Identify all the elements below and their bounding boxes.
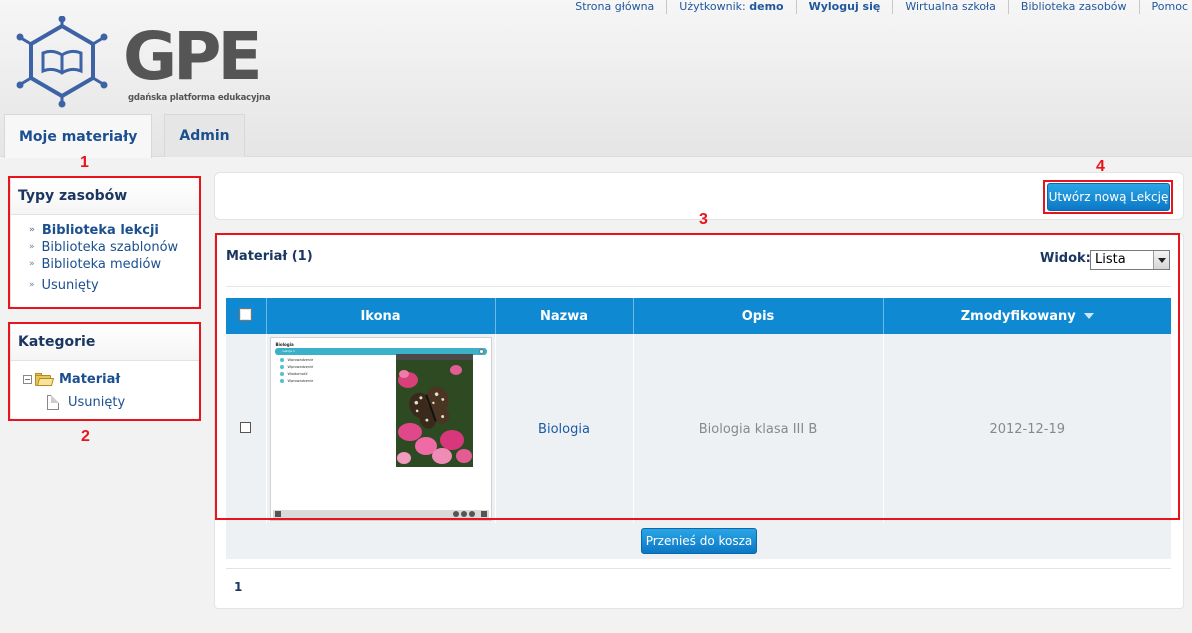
tab-admin[interactable]: Admin (164, 114, 245, 157)
link-logout[interactable]: Wyloguj się (795, 0, 893, 14)
material-modified-date: 2012-12-19 (989, 421, 1066, 437)
select-all-checkbox[interactable] (239, 307, 253, 321)
link-resource-library[interactable]: Biblioteka zasobów (1007, 0, 1139, 14)
column-header-name[interactable]: Nazwa (495, 298, 634, 334)
resource-types-list: » Biblioteka lekcji » Biblioteka szablonów… (11, 215, 199, 294)
arrow-icon: » (29, 225, 35, 235)
category-root[interactable]: − Materiał (23, 368, 199, 391)
logo-hexagon-icon (16, 16, 108, 108)
thumbnail-lesson-label: Lekcja 1 (282, 349, 295, 353)
resource-type-label: Biblioteka lekcji (41, 223, 159, 238)
row-checkbox[interactable] (240, 421, 252, 433)
material-name-link[interactable]: Biologia (538, 422, 590, 437)
folder-icon (35, 372, 55, 387)
thumbnail-bullet: Wprowadzenie (279, 379, 314, 383)
move-to-trash-button[interactable]: Przenieś do kosza (641, 528, 757, 554)
material-description: Biologia klasa III B (698, 421, 818, 437)
categories-panel: Kategorie − Materiał Usunięty (10, 323, 200, 420)
thumbnail-title: Biologia (275, 342, 294, 347)
divider (226, 286, 1171, 287)
categories-title: Kategorie (11, 324, 199, 361)
annotation-label-3: 3 (699, 211, 708, 228)
category-tree: − Materiał Usunięty (11, 361, 199, 414)
column-header-description[interactable]: Opis (633, 298, 884, 334)
resource-type-media[interactable]: » Biblioteka mediów (29, 256, 199, 273)
pagination-divider (226, 568, 1171, 569)
resource-type-templates[interactable]: » Biblioteka szablonów (29, 239, 199, 256)
logo-subtitle: gdańska platforma edukacyjna (128, 93, 271, 103)
collapse-icon[interactable]: − (23, 375, 32, 384)
resource-types-panel: Typy zasobów » Biblioteka lekcji » Bibliot… (10, 177, 200, 308)
user-name: demo (749, 0, 784, 13)
table-row[interactable]: Biologia Lekcja 1 Wprowadzenie Wprowadze… (226, 334, 1171, 524)
link-virtual-school[interactable]: Wirtualna szkoła (892, 0, 1008, 14)
arrow-icon: » (29, 242, 35, 252)
view-label: Widok: (1040, 251, 1091, 266)
new-lesson-button[interactable]: Utwórz nową Lekcję (1047, 183, 1170, 211)
gpe-logo[interactable]: GPE gdańska platforma edukacyjna (15, 16, 271, 108)
link-help[interactable]: Pomoc (1138, 0, 1188, 14)
thumbnail-bullet-text: Wprowadzenie (287, 365, 314, 369)
column-header-modified-label: Zmodyfikowany (960, 308, 1076, 324)
annotation-label-2: 2 (81, 428, 90, 445)
row-modified-cell: 2012-12-19 (883, 334, 1171, 524)
resource-type-label: Biblioteka szablonów (41, 240, 179, 255)
sort-desc-icon (1083, 313, 1094, 319)
lesson-thumbnail[interactable]: Biologia Lekcja 1 Wprowadzenie Wprowadze… (269, 337, 492, 521)
annotation-label-1: 1 (80, 154, 89, 171)
user-label: Użytkownik: (679, 0, 746, 13)
page-header: GPE gdańska platforma edukacyjna Moje ma… (0, 0, 1192, 158)
link-home[interactable]: Strona główna (563, 0, 666, 14)
thumbnail-bullet-text: Wiadomość (287, 372, 308, 376)
row-description-cell: Biologia klasa III B (633, 334, 884, 524)
thumbnail-footer (272, 510, 489, 518)
top-links: Strona główna Użytkownik: demo Wyloguj s… (563, 0, 1188, 14)
resource-type-label: Usunięty (41, 278, 99, 293)
thumbnail-bullet: Wprowadzenie (279, 365, 314, 369)
table-header-row: Ikona Nazwa Opis Zmodyfikowany (226, 298, 1171, 334)
chevron-down-icon[interactable] (1153, 251, 1169, 269)
thumbnail-bullet: Wiadomość (279, 372, 308, 376)
tab-my-materials[interactable]: Moje materiały (4, 114, 153, 158)
category-child-label: Usunięty (68, 395, 126, 410)
thumbnail-bullet-text: Wprowadzenie (287, 379, 314, 383)
row-select-cell (226, 334, 267, 524)
annotation-label-4: 4 (1096, 158, 1105, 175)
row-name-cell: Biologia (495, 334, 634, 524)
select-all-header (226, 298, 267, 334)
thumbnail-close-icon (478, 349, 484, 354)
pagination-page-1[interactable]: 1 (234, 580, 242, 594)
row-icon-cell: Biologia Lekcja 1 Wprowadzenie Wprowadze… (266, 334, 496, 524)
category-root-label: Materiał (59, 372, 121, 387)
materials-table: Ikona Nazwa Opis Zmodyfikowany Biologia … (226, 298, 1171, 524)
arrow-icon: » (29, 280, 35, 290)
butterfly-image (395, 360, 473, 467)
logo-text: GPE (123, 18, 263, 95)
main-tabs: Moje materiały Admin (4, 114, 257, 158)
category-child-deleted[interactable]: Usunięty (23, 391, 199, 414)
column-header-modified[interactable]: Zmodyfikowany (883, 298, 1171, 334)
thumbnail-bullet-text: Wprowadzenie (287, 358, 314, 362)
arrow-icon: » (29, 259, 35, 269)
resource-type-lessons[interactable]: » Biblioteka lekcji (29, 222, 199, 239)
view-select-value: Lista (1095, 252, 1126, 267)
document-icon (47, 395, 59, 410)
column-header-icon[interactable]: Ikona (266, 298, 496, 334)
materials-title: Materiał (1) (226, 249, 313, 264)
resource-type-deleted[interactable]: » Usunięty (29, 277, 199, 294)
resource-types-title: Typy zasobów (11, 178, 199, 215)
resource-type-label: Biblioteka mediów (41, 257, 162, 272)
view-select[interactable]: Lista (1090, 250, 1170, 270)
thumbnail-bullet: Wprowadzenie (279, 358, 314, 362)
user-info: Użytkownik: demo (666, 0, 795, 14)
